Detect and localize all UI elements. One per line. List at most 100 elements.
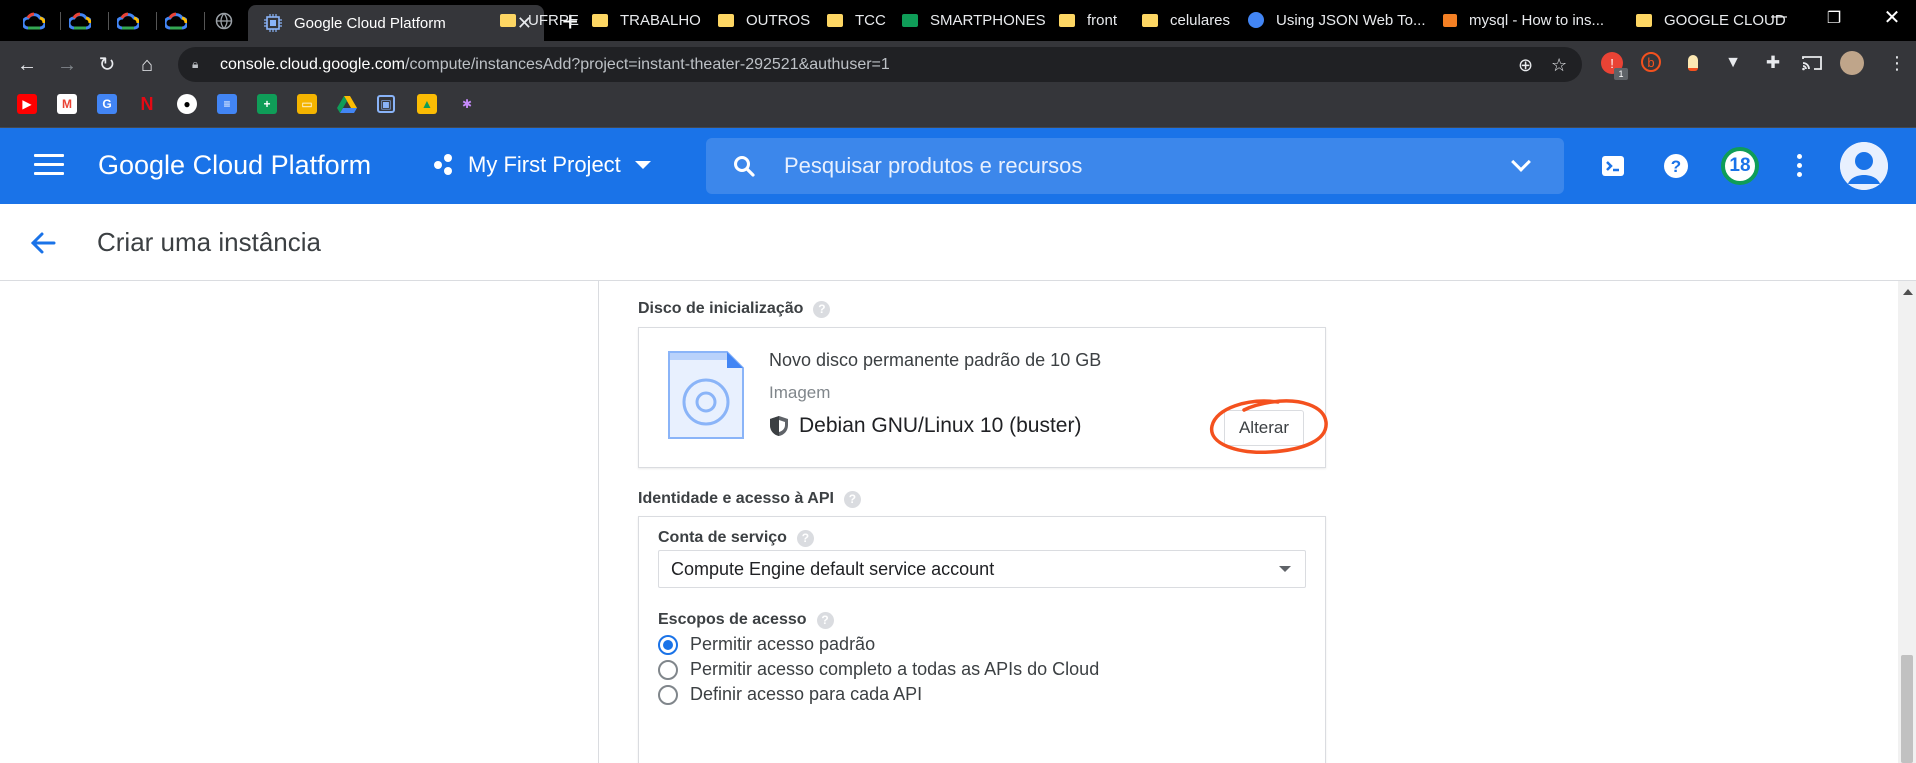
profile-avatar[interactable] [1840,51,1864,75]
extension-v-icon[interactable]: ▼ [1722,52,1744,74]
disk-os-name: Debian GNU/Linux 10 (buster) [799,414,1082,437]
google-cloud-icon [69,12,91,30]
more-options-icon[interactable] [1797,154,1802,181]
service-account-value: Compute Engine default service account [671,558,995,579]
close-window-button[interactable]: ✕ [1872,5,1912,30]
extension-bulb-icon[interactable] [1682,52,1704,74]
google-cloud-icon [117,12,139,30]
reload-icon[interactable]: ↻ [93,51,121,79]
address-bar[interactable]: 🔒︎ console.cloud.google.com/compute/inst… [178,47,1582,82]
disk-image-label: Imagem [769,383,831,402]
scope-label: Permitir acesso padrão [690,634,876,654]
tab-google-cloud-2[interactable] [58,6,102,36]
menu-hamburger-icon[interactable] [34,154,64,181]
scope-radio-default[interactable]: Permitir acesso padrão [658,634,875,655]
tab-google-cloud-4[interactable] [154,6,198,36]
folder-icon [1059,13,1075,27]
zoom-icon[interactable]: ⊕ [1518,55,1533,76]
service-account-label-text: Conta de serviço [658,529,787,546]
folder-icon [592,13,608,27]
bookmark-folder-front[interactable]: front [1059,9,1117,31]
bookmark-label: OUTROS [746,11,811,29]
extension-orange-icon[interactable]: b [1641,52,1661,72]
notifications-badge[interactable]: 18 [1721,147,1759,185]
back-arrow-icon[interactable]: ← [13,51,41,79]
google-cloud-icon [165,12,187,30]
google-slides-icon[interactable]: ▭ [297,94,317,114]
keep-icon[interactable]: ▲ [417,94,437,114]
project-dots-icon [434,154,456,176]
account-avatar[interactable] [1840,142,1888,190]
help-icon[interactable]: ? [1662,152,1690,180]
github-icon[interactable]: ● [177,94,197,114]
translate-icon[interactable]: G [97,94,117,114]
home-icon[interactable]: ⌂ [133,51,161,79]
bookmark-json-web-token[interactable]: Using JSON Web To... [1248,9,1426,31]
bookmark-folder-outros[interactable]: OUTROS [718,9,810,31]
radio-button[interactable] [658,684,678,705]
radio-button[interactable] [658,634,678,655]
scrollbar-thumb[interactable] [1901,655,1913,763]
shield-icon [770,416,788,436]
brand-title[interactable]: Google Cloud Platform [98,150,371,181]
bookmark-label: UFRPE [528,11,579,29]
help-icon[interactable]: ? [813,300,831,318]
help-icon[interactable]: ? [796,529,814,547]
search-bar[interactable]: Pesquisar produtos e recursos [706,138,1564,194]
help-icon[interactable]: ? [816,611,834,629]
netflix-icon[interactable]: N [137,94,157,114]
back-arrow-icon[interactable] [28,228,58,263]
tab-globe[interactable] [202,6,246,36]
page-titlebar: Criar uma instância [0,204,1916,281]
bookmark-label: front [1087,11,1118,29]
bookmark-folder-ufrpe[interactable]: UFRPE [500,9,579,31]
page-title: Criar uma instância [97,227,321,257]
bookmark-smartphones[interactable]: SMARTPHONES [902,9,1046,31]
tab-google-cloud-3[interactable] [106,6,150,36]
scope-radio-per-api[interactable]: Definir acesso para cada API [658,684,922,705]
identity-api-label-text: Identidade e acesso à API [638,490,834,507]
bookmark-folder-trabalho[interactable]: TRABALHO [592,9,701,31]
pinwheel-icon[interactable]: ✱ [457,94,477,114]
forward-arrow-icon[interactable]: → [53,51,81,79]
main-content: Disco de inicialização ? Novo disco perm… [0,281,1916,763]
bookmark-mysql[interactable]: mysql - How to ins... [1443,9,1604,31]
bookmark-folder-celulares[interactable]: celulares [1142,9,1230,31]
change-disk-button[interactable]: Alterar [1224,410,1304,446]
folder-icon [1636,13,1652,27]
radio-button[interactable] [658,659,678,680]
dropdown-arrow-icon [1279,566,1291,572]
youtube-icon[interactable]: ▶ [17,94,37,114]
bookmark-folder-tcc[interactable]: TCC [827,9,886,31]
help-icon[interactable]: ? [843,490,861,508]
cast-icon[interactable] [1801,52,1823,74]
compute-engine-icon[interactable]: ▣ [377,95,395,113]
chrome-menu-icon[interactable]: ⋮ [1886,52,1908,74]
svg-text:?: ? [1671,157,1681,176]
service-account-select[interactable]: Compute Engine default service account [658,550,1306,588]
search-placeholder: Pesquisar produtos e recursos [784,153,1083,178]
search-icon [734,156,755,177]
bookmark-folder-google-cloud[interactable]: GOOGLE CLOUD [1636,9,1786,31]
column-divider [598,281,599,763]
boot-disk-label-text: Disco de inicialização [638,300,804,317]
project-name: My First Project [468,152,621,177]
tab-google-cloud-1[interactable] [12,6,56,36]
search-expand-chevron-icon[interactable] [1511,152,1531,172]
scope-radio-full[interactable]: Permitir acesso completo a todas as APIs… [658,659,1099,680]
bookmark-label: GOOGLE CLOUD [1664,11,1786,29]
identity-api-card: Conta de serviço ? Compute Engine defaul… [638,516,1326,763]
restore-button[interactable]: ❐ [1814,8,1854,28]
cloud-shell-icon[interactable] [1599,152,1627,180]
google-drive-icon[interactable] [337,94,357,114]
gcp-header: Google Cloud Platform My First Project P… [0,128,1916,204]
scroll-up-arrow-icon[interactable] [1903,289,1913,295]
project-selector[interactable]: My First Project [434,152,651,178]
gmail-icon[interactable]: M [57,94,77,114]
google-sheets-icon[interactable]: + [257,94,277,114]
extensions-puzzle-icon[interactable]: ✚ [1762,52,1784,74]
google-docs-icon[interactable]: ≡ [217,94,237,114]
disk-os-row: Debian GNU/Linux 10 (buster) [769,414,1081,438]
folder-icon [827,13,843,27]
bookmark-star-icon[interactable]: ☆ [1551,55,1567,76]
